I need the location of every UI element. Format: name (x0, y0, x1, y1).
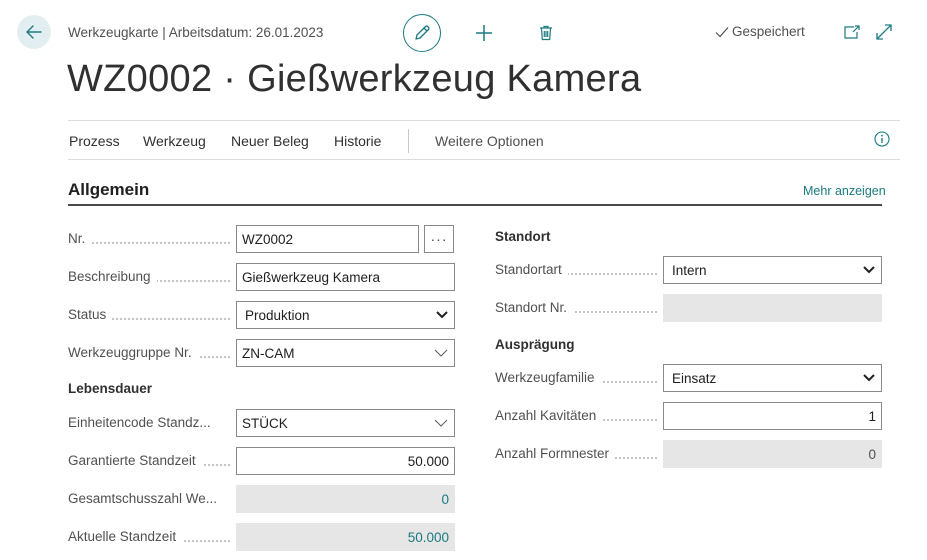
checkmark-icon (715, 26, 729, 37)
anzahl-kavitaeten-input[interactable]: 1 (663, 402, 882, 430)
field-label: Standort Nr. (495, 294, 663, 322)
action-werkzeug[interactable]: Werkzeug (143, 133, 206, 149)
action-separator (408, 129, 409, 153)
anzahl-formnester-value: 0 (663, 440, 882, 468)
field-werkzeugfamilie: Werkzeugfamilie Einsatz (495, 364, 882, 392)
field-garantierte-standzeit: Garantierte Standzeit 50.000 (68, 447, 455, 475)
standortart-value: Intern (672, 262, 707, 278)
werkzeugfamilie-value: Einsatz (672, 370, 717, 386)
section-divider (68, 204, 882, 206)
field-label: Beschreibung (68, 263, 236, 291)
chevron-down-icon (863, 374, 875, 382)
field-status: Status Produktion (68, 301, 455, 329)
expand-button[interactable] (873, 21, 895, 43)
info-button[interactable] (874, 131, 892, 149)
lookup-button[interactable]: ··· (424, 225, 454, 253)
action-bar: Prozess Werkzeug Neuer Beleg Historie We… (68, 120, 900, 160)
page-title: WZ0002 · Gießwerkzeug Kamera (67, 58, 642, 100)
field-label: Anzahl Formnester (495, 440, 663, 468)
chevron-down-icon (434, 349, 448, 357)
expand-icon (876, 24, 892, 40)
saved-label: Gespeichert (732, 24, 805, 39)
field-label: Standortart (495, 256, 663, 284)
show-more-link[interactable]: Mehr anzeigen (803, 184, 886, 198)
werkzeuggruppe-lookup[interactable]: ZN-CAM (236, 339, 455, 367)
action-historie[interactable]: Historie (334, 133, 381, 149)
field-nr: Nr. WZ0002 ··· (68, 225, 454, 253)
delete-button[interactable] (534, 21, 558, 45)
section-title: Allgemein (68, 180, 150, 199)
popout-button[interactable] (841, 21, 863, 43)
field-anzahl-formnester: Anzahl Formnester 0 (495, 440, 882, 468)
action-prozess[interactable]: Prozess (69, 133, 120, 149)
breadcrumb: Werkzeugkarte | Arbeitsdatum: 26.01.2023 (68, 25, 324, 40)
field-beschreibung: Beschreibung Gießwerkzeug Kamera (68, 263, 455, 291)
new-button[interactable] (472, 21, 496, 45)
field-label: Werkzeugfamilie (495, 364, 663, 392)
field-label: Gesamtschusszahl We... (68, 485, 236, 513)
info-icon (874, 131, 890, 147)
field-label: Einheitencode Standz... (68, 409, 236, 437)
pencil-icon (415, 25, 430, 40)
gesamtschusszahl-value[interactable]: 0 (236, 485, 455, 513)
action-neuer-beleg[interactable]: Neuer Beleg (231, 133, 309, 149)
field-label: Status (68, 301, 236, 329)
group-auspraegung: Ausprägung (495, 337, 575, 352)
field-label: Aktuelle Standzeit (68, 523, 236, 551)
group-lebensdauer: Lebensdauer (68, 381, 153, 396)
einheitencode-value: STÜCK (242, 415, 288, 431)
field-standort-nr: Standort Nr. (495, 294, 882, 322)
group-standort: Standort (495, 229, 551, 244)
saved-status: Gespeichert (714, 24, 805, 39)
standort-nr-value (663, 294, 882, 322)
action-weitere-optionen[interactable]: Weitere Optionen (435, 133, 544, 149)
field-label: Anzahl Kavitäten (495, 402, 663, 430)
chevron-down-icon (863, 266, 875, 274)
standortart-select[interactable]: Intern (663, 256, 882, 284)
status-select[interactable]: Produktion (236, 301, 455, 329)
field-standortart: Standortart Intern (495, 256, 882, 284)
popout-icon (844, 25, 860, 39)
field-einheitencode: Einheitencode Standz... STÜCK (68, 409, 455, 437)
status-value: Produktion (245, 307, 310, 323)
werkzeuggruppe-value: ZN-CAM (242, 345, 295, 361)
field-label: Werkzeuggruppe Nr. (68, 339, 236, 367)
back-button[interactable] (17, 15, 51, 49)
field-anzahl-kavitaeten: Anzahl Kavitäten 1 (495, 402, 882, 430)
plus-icon (476, 25, 492, 41)
chevron-down-icon (436, 311, 448, 319)
garantierte-standzeit-input[interactable]: 50.000 (236, 447, 455, 475)
beschreibung-input[interactable]: Gießwerkzeug Kamera (236, 263, 455, 291)
aktuelle-standzeit-value[interactable]: 50.000 (236, 523, 455, 551)
nr-input[interactable]: WZ0002 (236, 225, 419, 253)
field-gesamtschusszahl: Gesamtschusszahl We... 0 (68, 485, 455, 513)
werkzeugfamilie-select[interactable]: Einsatz (663, 364, 882, 392)
field-aktuelle-standzeit: Aktuelle Standzeit 50.000 (68, 523, 455, 551)
chevron-down-icon (434, 419, 448, 427)
back-arrow-icon (26, 25, 42, 39)
trash-icon (540, 25, 552, 41)
field-werkzeuggruppe: Werkzeuggruppe Nr. ZN-CAM (68, 339, 455, 367)
einheitencode-lookup[interactable]: STÜCK (236, 409, 455, 437)
edit-button[interactable] (403, 14, 441, 52)
field-label: Nr. (68, 225, 236, 253)
field-label: Garantierte Standzeit (68, 447, 236, 475)
